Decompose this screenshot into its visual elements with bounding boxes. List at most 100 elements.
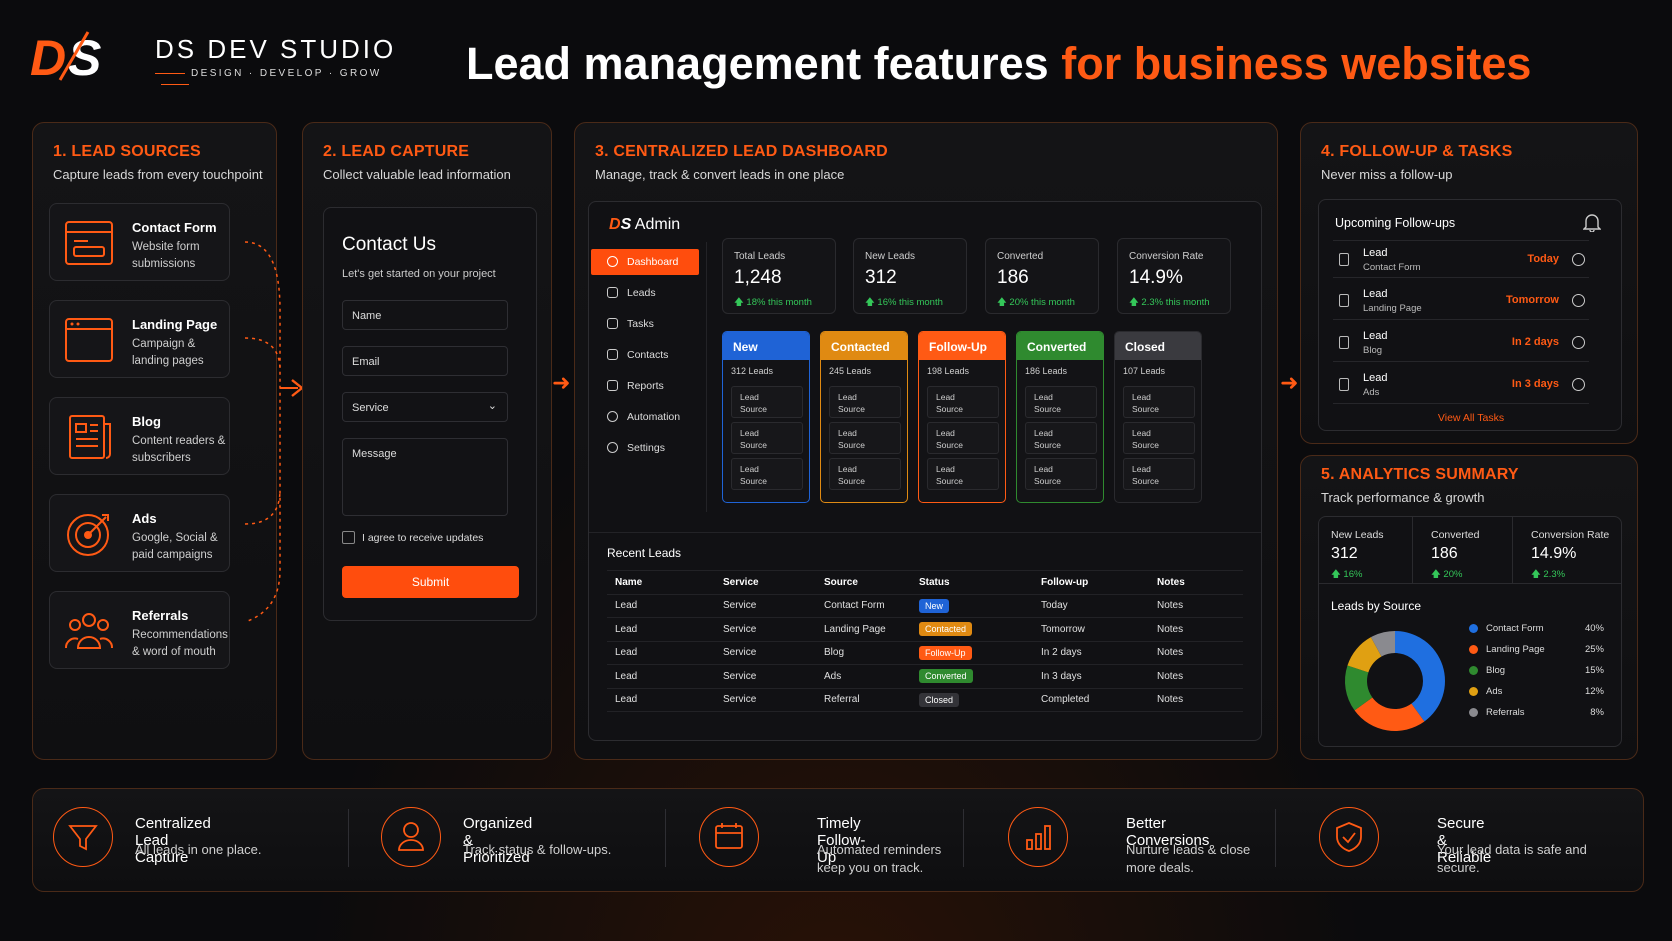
nav-tasks[interactable]: Tasks (591, 311, 699, 337)
legend-value: 40% (1584, 623, 1604, 634)
target-icon (67, 514, 109, 556)
source-referrals[interactable]: Referrals Recommendations & word of mout… (49, 591, 230, 669)
logo: D S (30, 30, 120, 86)
legend-label: Contact Form (1486, 623, 1544, 634)
followup-item[interactable]: Lead Landing Page Tomorrow (1333, 282, 1589, 320)
panel-subtitle: Manage, track & convert leads in one pla… (595, 167, 845, 182)
stat-converted: Converted 186 🡅 20% this month (985, 238, 1099, 314)
user-icon (381, 807, 441, 867)
stat-conversion-rate: Conversion Rate 14.9% 🡅 2.3% this month (1117, 238, 1231, 314)
legend-swatch (1469, 666, 1478, 675)
view-all-tasks-link[interactable]: View All Tasks (1319, 412, 1623, 424)
pipeline-follow-up[interactable]: Follow-Up 198 Leads Lead Source Lead Source… (918, 331, 1006, 503)
legend-item: Ads 12% (1469, 685, 1604, 705)
nav-reports[interactable]: Reports (591, 373, 699, 399)
panel-title: 2. LEAD CAPTURE (323, 143, 470, 160)
table-row[interactable]: Lead Service Contact Form New Today Notes (607, 594, 1243, 618)
stat-new-leads: New Leads 312 🡅 16% this month (853, 238, 967, 314)
pipeline-contacted[interactable]: Contacted 245 Leads Lead Source Lead Source… (820, 331, 908, 503)
radio-button[interactable] (1572, 294, 1585, 307)
followup-item[interactable]: Lead Blog In 2 days (1333, 324, 1589, 362)
panel-subtitle: Never miss a follow-up (1321, 167, 1453, 182)
email-field[interactable]: Email (342, 346, 508, 376)
table-row[interactable]: Lead Service Blog Follow-Up In 2 days Notes (607, 641, 1243, 665)
radio-button[interactable] (1572, 378, 1585, 391)
gear-icon (607, 442, 618, 453)
legend-label: Blog (1486, 665, 1506, 676)
source-contact-form[interactable]: Contact Form Website form submissions (49, 203, 230, 281)
shield-icon (1319, 807, 1379, 867)
source-ads[interactable]: Ads Google, Social & paid campaigns (49, 494, 230, 572)
sidebar: Dashboard Leads Tasks Contacts Reports A… (589, 242, 707, 512)
table-row[interactable]: Lead Service Ads Converted In 3 days Notes (607, 664, 1243, 689)
nav-dashboard[interactable]: Dashboard (591, 249, 699, 275)
calendar-icon (699, 807, 759, 867)
source-blog[interactable]: Blog Content readers & subscribers (49, 397, 230, 475)
panel-subtitle: Track performance & growth (1321, 490, 1485, 505)
legend-value: 12% (1584, 686, 1604, 697)
legend-label: Referrals (1486, 707, 1525, 718)
followup-panel: 4. FOLLOW-UP & TASKS Never miss a follow… (1300, 122, 1638, 444)
status-badge: Follow-Up (919, 645, 972, 660)
arrow-right-icon: ➜ (1280, 370, 1299, 395)
legend-label: Ads (1486, 686, 1503, 697)
radio-button[interactable] (1572, 253, 1585, 266)
brand-name: DS DEV STUDIO (155, 34, 397, 64)
bell-icon[interactable] (1583, 212, 1601, 232)
legend-label: Landing Page (1486, 644, 1545, 655)
browser-icon (65, 318, 113, 362)
agree-label: I agree to receive updates (362, 532, 484, 544)
table-header: Name Service Source Status Follow-up Notes (607, 570, 1243, 595)
agree-checkbox[interactable] (342, 531, 355, 544)
pipeline-closed[interactable]: Closed 107 Leads Lead Source Lead Source Le… (1114, 331, 1202, 503)
analytics-box: New Leads 312 🡅 16% Converted 186 🡅 20% Conv… (1318, 516, 1622, 747)
pipeline-converted[interactable]: Converted 186 Leads Lead Source Lead Source… (1016, 331, 1104, 503)
followup-item[interactable]: Lead Ads In 3 days (1333, 366, 1589, 404)
funnel-icon (53, 807, 113, 867)
legend-item: Contact Form 40% (1469, 622, 1604, 642)
submit-button[interactable]: Submit (342, 566, 519, 598)
analytics-stat: New Leads 312 🡅 16% (1319, 517, 1413, 583)
nav-contacts[interactable]: Contacts (591, 342, 699, 368)
service-select[interactable]: Service ⌄ (342, 392, 508, 422)
page-headline: Lead management features for business we… (466, 38, 1532, 89)
form-icon (65, 221, 113, 265)
contact-form: Contact Us Let's get started on your pro… (323, 207, 537, 621)
pie-slice-contact-form (1395, 631, 1445, 722)
pipeline-new[interactable]: New 312 Leads Lead Source Lead Source Lead S… (722, 331, 810, 503)
document-icon (1339, 336, 1349, 349)
nav-leads[interactable]: Leads (591, 280, 699, 306)
followups-box: Upcoming Follow-ups Lead Contact Form Toda… (1318, 199, 1622, 431)
status-badge: Converted (919, 669, 973, 684)
nav-settings[interactable]: Settings (591, 435, 699, 461)
document-icon (1339, 378, 1349, 391)
legend-item: Referrals 8% (1469, 706, 1604, 726)
status-badge: Closed (919, 692, 960, 707)
table-row[interactable]: Lead Service Landing Page Contacted Tomorrow… (607, 617, 1243, 642)
analytics-stat: Converted 186 🡅 20% (1419, 517, 1513, 583)
followup-item[interactable]: Lead Contact Form Today (1333, 240, 1589, 278)
leads-icon (607, 287, 618, 298)
panel-title: 4. FOLLOW-UP & TASKS (1321, 143, 1513, 160)
radio-button[interactable] (1572, 336, 1585, 349)
panel-title: 1. LEAD SOURCES (53, 143, 201, 160)
panel-title: 3. CENTRALIZED LEAD DASHBOARD (595, 143, 888, 160)
form-title: Contact Us (342, 234, 436, 255)
nav-automation[interactable]: Automation (591, 404, 699, 430)
svg-text:D: D (30, 30, 66, 82)
message-field[interactable]: Message (342, 438, 508, 516)
analytics-stat: Conversion Rate 14.9% 🡅 2.3% (1531, 529, 1610, 580)
tasks-icon (607, 318, 618, 329)
document-icon (69, 415, 111, 459)
analytics-panel: 5. ANALYTICS SUMMARY Track performance &… (1300, 455, 1638, 760)
stat-total-leads: Total Leads 1,248 🡅 18% this month (722, 238, 836, 314)
legend-value: 8% (1590, 707, 1604, 718)
source-landing-page[interactable]: Landing Page Campaign & landing pages (49, 300, 230, 378)
contacts-icon (607, 349, 618, 360)
legend-item: Landing Page 25% (1469, 643, 1604, 663)
name-field[interactable]: Name (342, 300, 508, 330)
legend-swatch (1469, 687, 1478, 696)
table-row[interactable]: Lead Service Referral Closed Completed Notes (607, 688, 1243, 712)
chevron-down-icon: ⌄ (487, 400, 497, 412)
donut-chart (1345, 631, 1445, 731)
